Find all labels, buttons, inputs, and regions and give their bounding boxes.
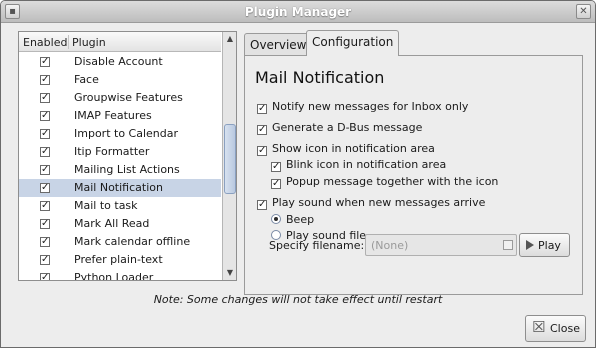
plugin-enabled-checkbox[interactable]: ✓ <box>40 57 50 67</box>
plugin-name: Mail to task <box>74 199 138 212</box>
option-label: Generate a D-Bus message <box>272 121 423 134</box>
blink-icon-checkbox[interactable]: ✓ Blink icon in notification area <box>271 158 446 172</box>
plugin-row[interactable]: ✓ Prefer plain-text <box>19 251 221 269</box>
option-label: Popup message together with the icon <box>286 175 499 188</box>
play-label: Play <box>538 239 561 252</box>
plugin-enabled-checkbox[interactable]: ✓ <box>40 111 50 121</box>
plugin-row[interactable]: ✓ IMAP Features <box>19 107 221 125</box>
plugin-enabled-checkbox[interactable]: ✓ <box>40 201 50 211</box>
plugin-name: Mail Notification <box>74 181 163 194</box>
window-close-icon[interactable]: ✕ <box>576 4 591 19</box>
plugin-enabled-checkbox[interactable]: ✓ <box>40 255 50 265</box>
plugin-manager-window: ▪ Plugin Manager ✕ Enabled Plugin ✓ Disab… <box>0 0 596 348</box>
plugin-name: Disable Account <box>74 55 163 68</box>
tab-overview[interactable]: Overview <box>244 33 313 56</box>
plugin-enabled-checkbox[interactable]: ✓ <box>40 75 50 85</box>
plugin-name: Import to Calendar <box>74 127 179 140</box>
plugin-row[interactable]: ✓ Face <box>19 71 221 89</box>
plugin-enabled-checkbox[interactable]: ✓ <box>40 129 50 139</box>
plugin-name: Mark calendar offline <box>74 235 191 248</box>
scroll-up-arrow-icon[interactable]: ▲ <box>223 32 236 46</box>
checkbox-check-icon: ✓ <box>271 178 281 189</box>
plugin-row[interactable]: ✓ Itip Formatter <box>19 143 221 161</box>
option-label: Show icon in notification area <box>272 142 435 155</box>
checkbox-check-icon: ✓ <box>257 124 267 135</box>
plugin-enabled-checkbox[interactable]: ✓ <box>40 183 50 193</box>
config-title: Mail Notification <box>255 68 385 87</box>
option-label: Notify new messages for Inbox only <box>272 100 469 113</box>
close-button[interactable]: ☒ Close <box>525 315 586 342</box>
window-title: Plugin Manager <box>244 5 352 19</box>
option-label: Beep <box>286 213 315 226</box>
tab-configuration[interactable]: Configuration <box>306 30 400 56</box>
column-header-plugin[interactable]: Plugin <box>72 36 106 49</box>
scrollbar-thumb[interactable] <box>224 124 236 194</box>
beep-radio[interactable]: Beep <box>271 213 314 226</box>
column-header-enabled[interactable]: Enabled <box>23 36 67 49</box>
show-icon-checkbox[interactable]: ✓ Show icon in notification area <box>257 142 435 156</box>
restart-note: Note: Some changes will not take effect … <box>153 293 443 306</box>
document-icon <box>503 240 513 250</box>
plugin-name: Python Loader <box>74 271 154 281</box>
close-label: Close <box>550 322 580 335</box>
plugin-name: Prefer plain-text <box>74 253 163 266</box>
plugin-row[interactable]: ✓ Mailing List Actions <box>19 161 221 179</box>
option-label: Blink icon in notification area <box>286 158 447 171</box>
checkbox-check-icon: ✓ <box>257 103 267 114</box>
radio-selected-icon <box>271 214 281 224</box>
specify-filename-label: Specify filename: <box>269 239 365 252</box>
plugin-name: Groupwise Features <box>74 91 183 104</box>
plugin-name: Mailing List Actions <box>74 163 180 176</box>
plugin-enabled-checkbox[interactable]: ✓ <box>40 147 50 157</box>
notify-inbox-only-checkbox[interactable]: ✓ Notify new messages for Inbox only <box>257 100 468 114</box>
plugin-enabled-checkbox[interactable]: ✓ <box>40 219 50 229</box>
popup-message-checkbox[interactable]: ✓ Popup message together with the icon <box>271 175 498 189</box>
plugin-row[interactable]: ✓ Mark All Read <box>19 215 221 233</box>
plugin-row[interactable]: ✓ Mark calendar offline <box>19 233 221 251</box>
plugin-row[interactable]: ✓ Groupwise Features <box>19 89 221 107</box>
plugin-row[interactable]: ✓ Python Loader <box>19 269 221 281</box>
plugin-enabled-checkbox[interactable]: ✓ <box>40 165 50 175</box>
plugin-list[interactable]: Enabled Plugin ✓ Disable Account ✓ Face ✓ Gro… <box>18 31 237 281</box>
filename-chooser[interactable]: (None) <box>365 234 517 256</box>
plugin-row[interactable]: ✓ Mail to task <box>19 197 221 215</box>
list-header: Enabled Plugin <box>19 32 221 52</box>
title-bar[interactable]: ▪ Plugin Manager ✕ <box>1 1 595 23</box>
plugin-row[interactable]: ✓ Disable Account <box>19 53 221 71</box>
vertical-scrollbar[interactable]: ▲ ▼ <box>222 32 236 280</box>
play-sound-checkbox[interactable]: ✓ Play sound when new messages arrive <box>257 196 485 210</box>
play-button[interactable]: Play <box>519 233 570 257</box>
plugin-name: Mark All Read <box>74 217 150 230</box>
configuration-page: Mail Notification ✓ Notify new messages f… <box>244 55 583 295</box>
option-label: Play sound when new messages arrive <box>272 196 486 209</box>
play-icon <box>526 240 534 250</box>
scroll-down-arrow-icon[interactable]: ▼ <box>223 266 236 280</box>
plugin-enabled-checkbox[interactable]: ✓ <box>40 93 50 103</box>
checkbox-check-icon: ✓ <box>257 199 267 210</box>
plugin-name: IMAP Features <box>74 109 152 122</box>
filename-value: (None) <box>371 239 409 252</box>
plugin-enabled-checkbox[interactable]: ✓ <box>40 237 50 247</box>
plugin-name: Itip Formatter <box>74 145 150 158</box>
plugin-rows: ✓ Disable Account ✓ Face ✓ Groupwise Features… <box>19 53 221 281</box>
column-separator <box>68 35 69 49</box>
plugin-row[interactable]: ✓ Import to Calendar <box>19 125 221 143</box>
plugin-name: Face <box>74 73 99 86</box>
checkbox-check-icon: ✓ <box>257 145 267 156</box>
dbus-message-checkbox[interactable]: ✓ Generate a D-Bus message <box>257 121 422 135</box>
checkbox-check-icon: ✓ <box>271 161 281 172</box>
close-icon: ☒ <box>532 318 546 336</box>
dialog-content: Enabled Plugin ✓ Disable Account ✓ Face ✓ Gro… <box>1 24 595 347</box>
plugin-row[interactable]: ✓ Mail Notification <box>19 179 221 197</box>
plugin-enabled-checkbox[interactable]: ✓ <box>40 273 50 280</box>
